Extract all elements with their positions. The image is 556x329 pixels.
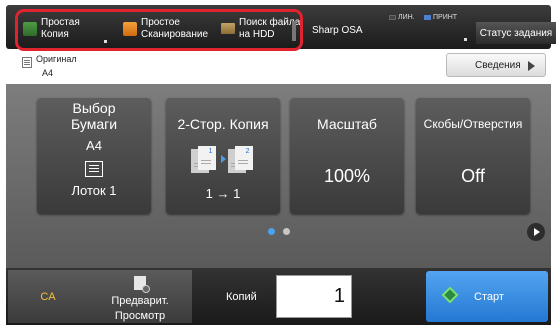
preview-icon xyxy=(134,276,150,293)
original-label: Оригинал xyxy=(36,54,77,64)
bottom-bar: CA Предварит. Просмотр Копий 1 Старт xyxy=(6,268,551,325)
start-icon xyxy=(441,286,459,304)
mode-highlight-frame xyxy=(15,9,303,51)
zoom-tile[interactable]: Масштаб 100% xyxy=(290,98,404,214)
duplex-copy-tile[interactable]: 2-Стор. Копия 1 2 1 → 1 xyxy=(166,98,280,214)
job-dot xyxy=(464,38,467,41)
paper-select-tile[interactable]: Выбор Бумаги A4 Лоток 1 xyxy=(37,98,151,214)
paper-select-title-line1: Выбор xyxy=(72,100,116,116)
arrow-right-icon xyxy=(528,61,535,71)
paper-size: A4 xyxy=(86,138,102,153)
line-status-icon xyxy=(389,15,396,20)
preview-label-line1: Предварит. xyxy=(111,295,169,307)
copies-input[interactable]: 1 xyxy=(276,275,352,318)
staple-punch-title: Скобы/Отверстия xyxy=(423,117,523,131)
print-status-icon xyxy=(424,15,431,20)
zoom-title: Масштаб xyxy=(317,116,377,132)
staple-punch-value: Off xyxy=(461,166,485,186)
page-dot[interactable] xyxy=(283,228,290,235)
clear-all-button[interactable]: CA xyxy=(8,270,88,323)
page-icon: 1 xyxy=(197,146,216,170)
copies-label: Копий xyxy=(226,291,257,303)
line-indicator: ЛИН. xyxy=(389,14,415,21)
tray-icon xyxy=(85,161,103,177)
info-button-label: Сведения xyxy=(475,59,521,71)
duplex-mode-value: 1 → 1 xyxy=(205,186,241,201)
page-icon: 2 xyxy=(234,146,253,170)
info-button[interactable]: Сведения xyxy=(446,53,546,77)
job-status-button[interactable]: Статус задания xyxy=(476,22,556,44)
original-size: A4 xyxy=(42,68,54,78)
start-label: Старт xyxy=(474,290,504,303)
page-number-2: 2 xyxy=(245,148,250,155)
paper-tray: Лоток 1 xyxy=(71,183,117,198)
page-indicator xyxy=(268,228,298,235)
arrow-right-icon xyxy=(220,155,226,163)
original-document-icon xyxy=(22,57,32,68)
page-dot-active[interactable] xyxy=(268,228,275,235)
print-indicator: ПРИНТ xyxy=(424,14,457,21)
zoom-value: 100% xyxy=(323,166,371,186)
line-indicator-label: ЛИН. xyxy=(398,14,415,21)
paper-select-title-line2: Бумаги xyxy=(70,116,118,132)
page-number-1: 1 xyxy=(208,148,213,155)
duplex-copy-title: 2-Стор. Копия xyxy=(177,116,269,132)
sharp-osa-button[interactable]: Sharp OSA xyxy=(312,25,363,36)
preview-label-line2: Просмотр xyxy=(114,310,166,322)
staple-punch-tile[interactable]: Скобы/Отверстия Off xyxy=(416,98,530,214)
preview-button[interactable]: Предварит. Просмотр xyxy=(88,270,192,323)
next-page-button[interactable] xyxy=(527,223,545,241)
duplex-icon: 1 2 xyxy=(166,146,280,173)
start-button[interactable]: Старт xyxy=(426,271,548,322)
print-indicator-label: ПРИНТ xyxy=(433,14,458,21)
settings-panel: Выбор Бумаги A4 Лоток 1 2-Стор. Копия 1 … xyxy=(6,84,551,268)
top-bar: Простая Копия Простое Сканирование Поиск… xyxy=(6,5,556,51)
